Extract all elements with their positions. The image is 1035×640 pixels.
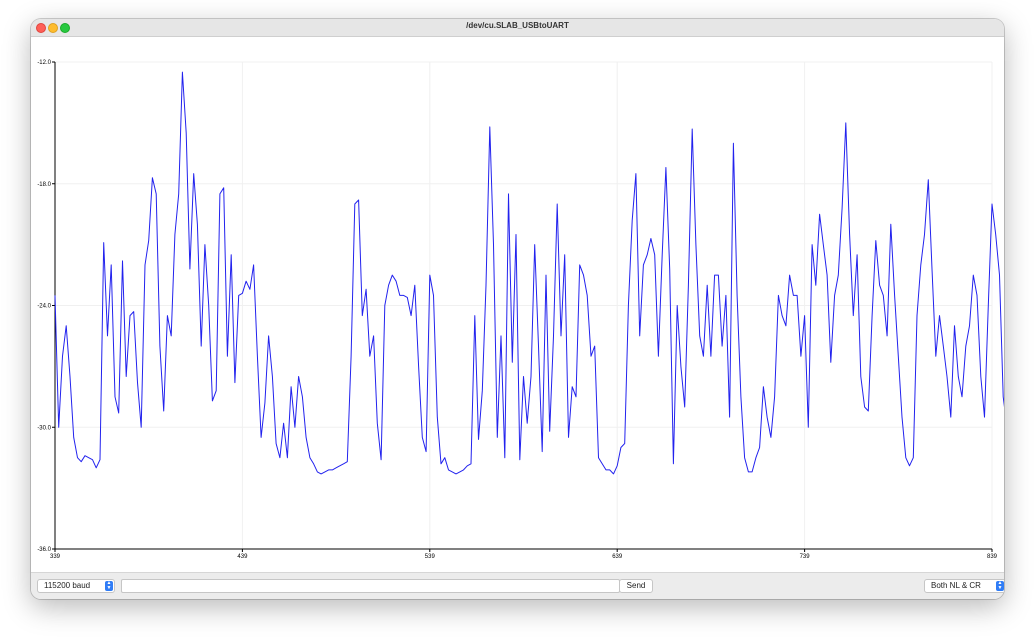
y-tick-label: -18.0 <box>37 182 51 188</box>
plot-area: -12.0 -18.0 -24.0 -30.0 -36.0 339 439 539 639 739… <box>31 37 1004 572</box>
window-title: /dev/cu.SLAB_USBtoUART <box>466 21 569 30</box>
y-tick-label: -36.0 <box>37 547 51 553</box>
updown-chevron-icon: ▲ ▼ <box>105 580 113 591</box>
baud-rate-select[interactable]: 115200 baud ▲ ▼ <box>37 579 115 593</box>
serial-plot-chart: -12.0 -18.0 -24.0 -30.0 -36.0339 439 539 639 739… <box>37 60 1004 560</box>
x-tick-label: 639 <box>612 554 623 560</box>
x-tick-label: 739 <box>800 554 811 560</box>
y-tick-label: -30.0 <box>37 425 51 431</box>
y-tick-label: -12.0 <box>37 60 51 66</box>
title-bar: /dev/cu.SLAB_USBtoUART <box>31 19 1004 37</box>
serial-plotter-window: /dev/cu.SLAB_USBtoUART -12.0 -18.0 -24.0 -3… <box>31 19 1004 599</box>
x-tick-label: 339 <box>50 554 61 560</box>
x-tick-label: 439 <box>237 554 248 560</box>
y-tick-label: -24.0 <box>37 304 51 310</box>
data-series-line <box>54 71 1004 475</box>
send-message-input[interactable] <box>121 579 620 593</box>
baud-rate-label: 115200 baud <box>44 581 91 590</box>
send-button[interactable]: Send <box>619 579 653 593</box>
x-tick-label: 539 <box>425 554 436 560</box>
line-ending-select[interactable]: Both NL & CR ▲ ▼ <box>924 579 1004 593</box>
updown-chevron-icon: ▲ ▼ <box>996 580 1004 591</box>
x-tick-label: 839 <box>987 554 998 560</box>
bottom-toolbar: 115200 baud ▲ ▼ Send Both NL & CR ▲ ▼ <box>31 572 1004 599</box>
line-ending-label: Both NL & CR <box>931 581 981 590</box>
